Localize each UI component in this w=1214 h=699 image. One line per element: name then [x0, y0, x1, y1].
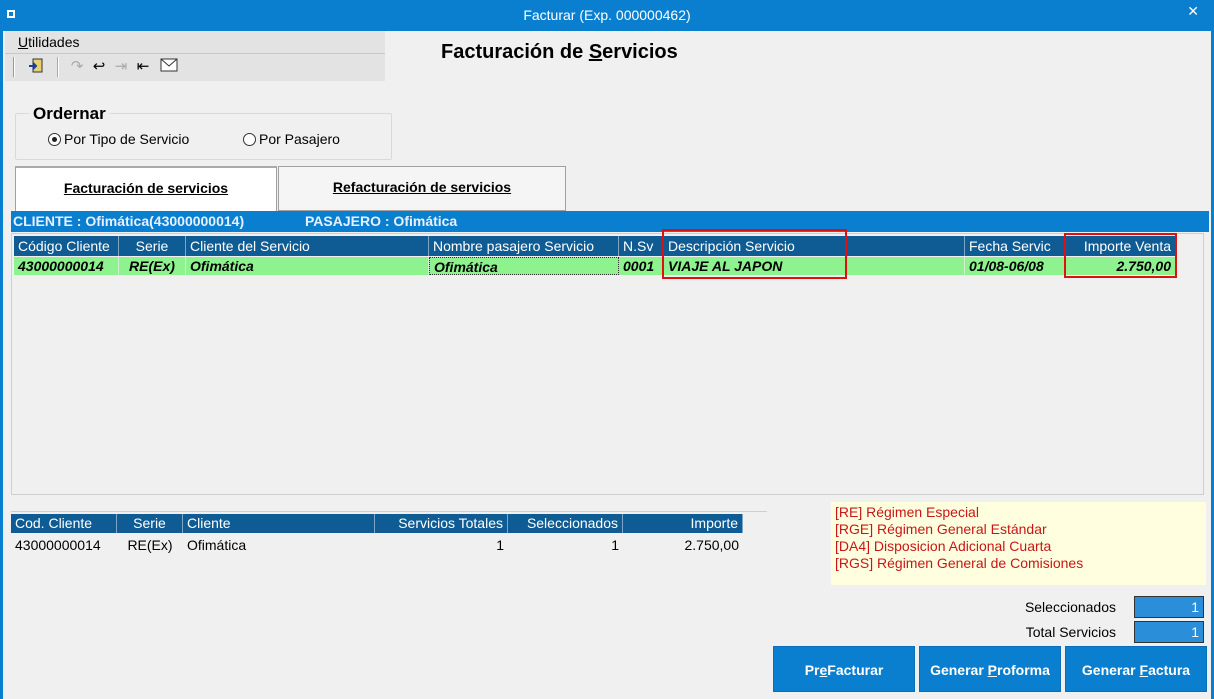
- col-nombre-pasajero[interactable]: Nombre pasajero Servicio: [429, 236, 619, 256]
- toolbar: ↷ ↩ ⇥ ⇤: [5, 54, 385, 81]
- summary-serie: RE(Ex): [127, 537, 173, 553]
- cliente-info: CLIENTE : Ofimática(43000000014): [13, 213, 245, 229]
- tab-label: Refacturación de servicios: [332, 179, 512, 195]
- tab-label: Facturación de servicios: [63, 180, 229, 196]
- cell-codigo[interactable]: 43000000014: [14, 257, 119, 275]
- menu-utilidades[interactable]: Utilidades: [18, 34, 80, 50]
- mail-icon[interactable]: [159, 57, 179, 77]
- toolbar-separator: [57, 57, 59, 77]
- back-icon[interactable]: ⇤: [133, 57, 153, 77]
- generar-factura-button[interactable]: Generar Factura: [1065, 646, 1207, 692]
- summary-grid[interactable]: Cod. Cliente Serie Cliente Servicios Tot…: [11, 511, 767, 691]
- highlight-box-descripcion: [662, 229, 847, 279]
- exit-icon[interactable]: [27, 57, 47, 77]
- close-icon[interactable]: ✕: [1187, 3, 1199, 20]
- grid-header: Código Cliente Serie Cliente del Servici…: [12, 236, 1205, 256]
- col-summary-serie[interactable]: Serie: [117, 514, 183, 533]
- col-cod-cliente[interactable]: Cod. Cliente: [11, 514, 117, 533]
- undo-icon[interactable]: ↩: [89, 57, 109, 77]
- cell-cliente[interactable]: Ofimática: [186, 257, 429, 275]
- col-codigo-cliente[interactable]: Código Cliente: [14, 236, 119, 256]
- services-grid[interactable]: Código Cliente Serie Cliente del Servici…: [11, 233, 1204, 495]
- radio-label-tipo: Por Tipo de Servicio: [64, 131, 190, 147]
- radio-unchecked-icon[interactable]: [243, 132, 256, 146]
- radio-por-tipo-servicio[interactable]: Por Tipo de Servicio: [48, 131, 189, 147]
- summary-totales: 1: [496, 537, 504, 553]
- table-row[interactable]: 43000000014 RE(Ex) Ofimática Ofimática 0…: [12, 257, 1205, 275]
- pasajero-info: PASAJERO : Ofimática: [305, 213, 458, 229]
- tab-refacturacion-servicios[interactable]: Refacturación de servicios: [278, 166, 566, 211]
- radio-label-pasajero: Por Pasajero: [259, 131, 340, 147]
- client-info-bar: CLIENTE : Ofimática(43000000014) PASAJER…: [11, 211, 1209, 232]
- col-fecha[interactable]: Fecha Servic: [965, 236, 1066, 256]
- summary-row[interactable]: 43000000014 RE(Ex) Ofimática 1 1 2.750,0…: [11, 536, 767, 554]
- window-border-left: [0, 31, 3, 699]
- regime-da4: [DA4] Disposicion Adicional Cuarta: [835, 538, 1052, 554]
- radio-checked-icon[interactable]: [48, 132, 61, 146]
- prefacturar-button[interactable]: PreFacturar: [773, 646, 915, 692]
- ordenar-legend: Ordernar: [29, 104, 110, 124]
- page-title: Facturación de Servicios: [441, 41, 678, 63]
- tab-facturacion-servicios[interactable]: Facturación de servicios: [15, 166, 277, 211]
- regime-legend: [RE] Régimen Especial [RGE] Régimen Gene…: [831, 502, 1206, 585]
- toolbar-grip[interactable]: [13, 57, 15, 77]
- summary-seleccionados: 1: [611, 537, 619, 553]
- cell-pasajero[interactable]: Ofimática: [429, 257, 619, 275]
- regime-rge: [RGE] Régimen General Estándar: [835, 521, 1047, 537]
- summary-header: Cod. Cliente Serie Cliente Servicios Tot…: [11, 514, 767, 533]
- radio-por-pasajero[interactable]: Por Pasajero: [243, 131, 340, 147]
- summary-cliente: Ofimática: [187, 537, 247, 553]
- regime-rgs: [RGS] Régimen General de Comisiones: [835, 555, 1084, 571]
- summary-importe: 2.750,00: [684, 537, 740, 553]
- col-summary-cliente[interactable]: Cliente: [183, 514, 375, 533]
- menu-bar: Utilidades: [5, 31, 385, 54]
- title-bar: Facturar (Exp. 000000462) ✕: [0, 0, 1214, 31]
- generar-proforma-button[interactable]: Generar Proforma: [919, 646, 1061, 692]
- col-seleccionados[interactable]: Seleccionados: [508, 514, 623, 533]
- col-servicios-totales[interactable]: Servicios Totales: [375, 514, 508, 533]
- seleccionados-value: 1: [1134, 596, 1204, 618]
- window-title: Facturar (Exp. 000000462): [523, 7, 691, 23]
- redo-icon[interactable]: ↷: [67, 57, 87, 77]
- cell-nsv[interactable]: 0001: [619, 257, 664, 275]
- seleccionados-label: Seleccionados: [1024, 599, 1116, 615]
- total-servicios-label: Total Servicios: [1025, 624, 1116, 640]
- highlight-box-importe: [1064, 233, 1177, 278]
- cell-fecha[interactable]: 01/08-06/08: [965, 257, 1066, 275]
- col-summary-importe[interactable]: Importe: [623, 514, 743, 533]
- regime-re: [RE] Régimen Especial: [835, 504, 979, 520]
- col-cliente-servicio[interactable]: Cliente del Servicio: [186, 236, 429, 256]
- col-serie[interactable]: Serie: [119, 236, 186, 256]
- forward-icon[interactable]: ⇥: [111, 57, 131, 77]
- total-servicios-value: 1: [1134, 621, 1204, 643]
- summary-cod: 43000000014: [15, 537, 101, 553]
- cell-serie[interactable]: RE(Ex): [119, 257, 186, 275]
- col-nsv[interactable]: N.Sv: [619, 236, 664, 256]
